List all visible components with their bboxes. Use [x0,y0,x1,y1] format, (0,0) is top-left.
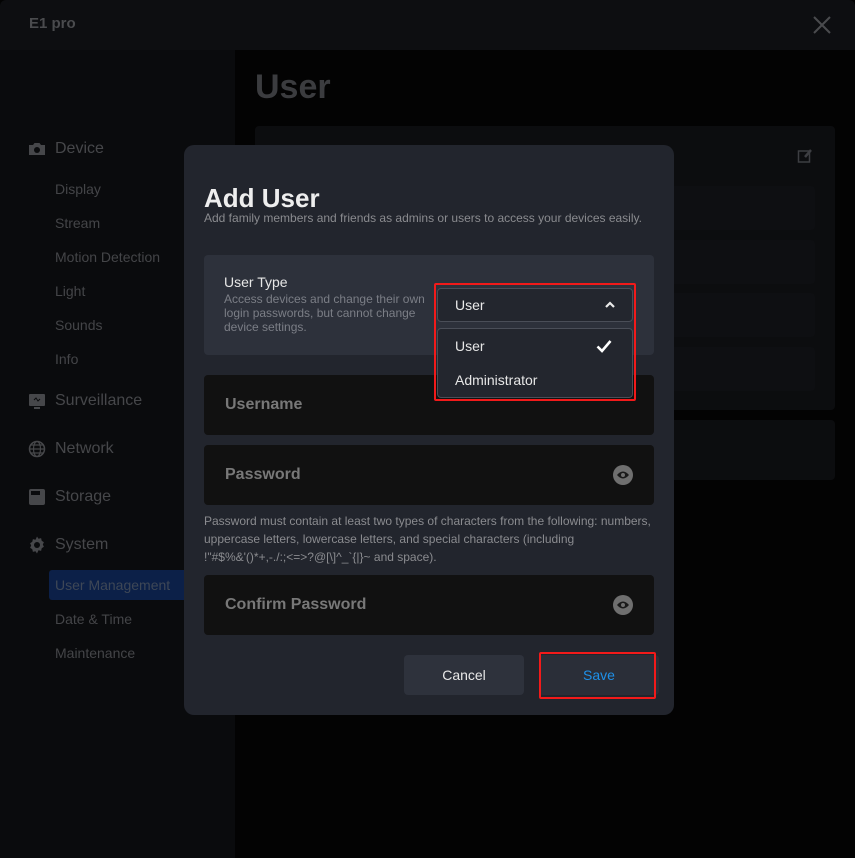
user-type-label: User Type [224,274,288,290]
user-type-selected-value: User [455,297,485,313]
confirm-password-field [204,575,654,635]
title-bar: E1 pro [0,0,855,50]
gear-icon [28,536,46,554]
password-hint: Password must contain at least two types… [204,514,651,564]
globe-icon [28,440,46,458]
sidebar-group-surveillance[interactable]: Surveillance [28,392,142,410]
user-type-description: Access devices and change their own logi… [224,292,425,334]
close-button[interactable] [811,14,833,36]
sidebar-group-system[interactable]: System [28,536,108,554]
chevron-up-icon [605,301,615,308]
sidebar-group-label: Storage [55,488,112,505]
sidebar-group-label: Device [55,140,104,157]
password-input[interactable] [204,445,654,505]
page-title: User [255,68,331,106]
sidebar-group-network[interactable]: Network [28,440,114,458]
sidebar-item-display[interactable]: Display [55,181,101,197]
save-button[interactable]: Save [539,655,659,695]
password-field [204,445,654,505]
camera-icon [28,140,46,158]
show-confirm-password-button[interactable] [613,595,633,615]
edit-icon[interactable] [797,148,813,164]
monitor-icon [28,392,46,410]
sidebar-group-label: System [55,536,109,553]
user-type-select[interactable]: User [437,288,633,322]
confirm-password-input[interactable] [204,575,654,635]
sidebar-item-motion-detection[interactable]: Motion Detection [55,249,160,265]
sidebar-item-stream[interactable]: Stream [55,215,100,231]
dialog-subtitle: Add family members and friends as admins… [204,211,642,225]
dialog-title: Add User [204,183,320,213]
app-title: E1 pro [29,15,76,32]
user-type-options: User Administrator [437,328,633,398]
sidebar-group-storage[interactable]: Storage [28,488,111,506]
option-label: User [455,338,485,354]
sidebar-item-sounds[interactable]: Sounds [55,317,102,333]
sidebar-item-info[interactable]: Info [55,351,78,367]
eye-icon [617,471,629,479]
option-administrator[interactable]: Administrator [438,363,632,397]
eye-icon [617,601,629,609]
sidebar-item-date-time[interactable]: Date & Time [55,611,132,627]
option-user[interactable]: User [438,329,632,363]
close-icon [813,16,831,34]
option-label: Administrator [455,372,538,388]
add-user-dialog: Add User Add family members and friends … [184,145,674,715]
sidebar-group-device[interactable]: Device [28,140,104,158]
sidebar-group-label: Network [55,440,114,457]
checkmark-icon [596,340,612,353]
storage-icon [28,488,46,506]
sidebar-group-label: Surveillance [55,392,143,409]
sidebar-item-maintenance[interactable]: Maintenance [55,645,135,661]
show-password-button[interactable] [613,465,633,485]
sidebar-item-light[interactable]: Light [55,283,85,299]
cancel-button[interactable]: Cancel [404,655,524,695]
